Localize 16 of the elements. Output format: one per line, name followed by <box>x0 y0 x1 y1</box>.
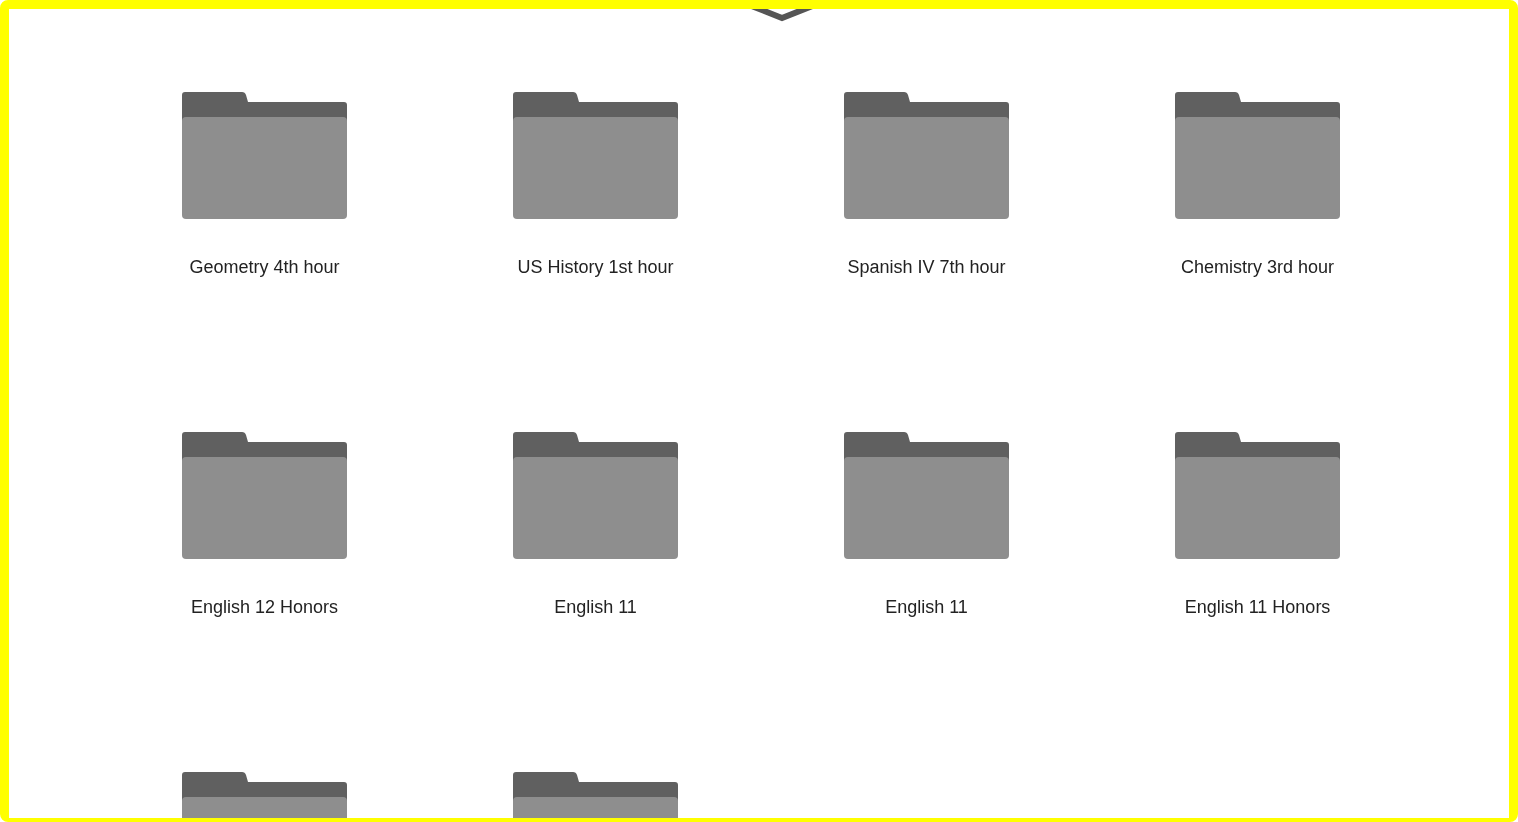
folder-label: English 11 Honors <box>1184 597 1331 618</box>
folder-icon[interactable] <box>513 432 678 559</box>
folder-icon[interactable] <box>1175 92 1340 219</box>
folder-label: Chemistry 3rd hour <box>1180 257 1335 278</box>
folder-icon[interactable] <box>844 92 1009 219</box>
folder-label: English 11 <box>885 597 968 618</box>
folder-label: Spanish IV 7th hour <box>847 257 1006 278</box>
folder-label: US History 1st hour <box>517 257 674 278</box>
folder-icon[interactable] <box>182 92 347 219</box>
folder-icon[interactable] <box>513 92 678 219</box>
folder-icon[interactable] <box>182 432 347 559</box>
folder-label: English 12 Honors <box>190 597 339 618</box>
folder-label: English 11 <box>554 597 637 618</box>
folder-icon[interactable] <box>844 432 1009 559</box>
folder-label: Geometry 4th hour <box>189 257 340 278</box>
folder-icon[interactable] <box>1175 432 1340 559</box>
